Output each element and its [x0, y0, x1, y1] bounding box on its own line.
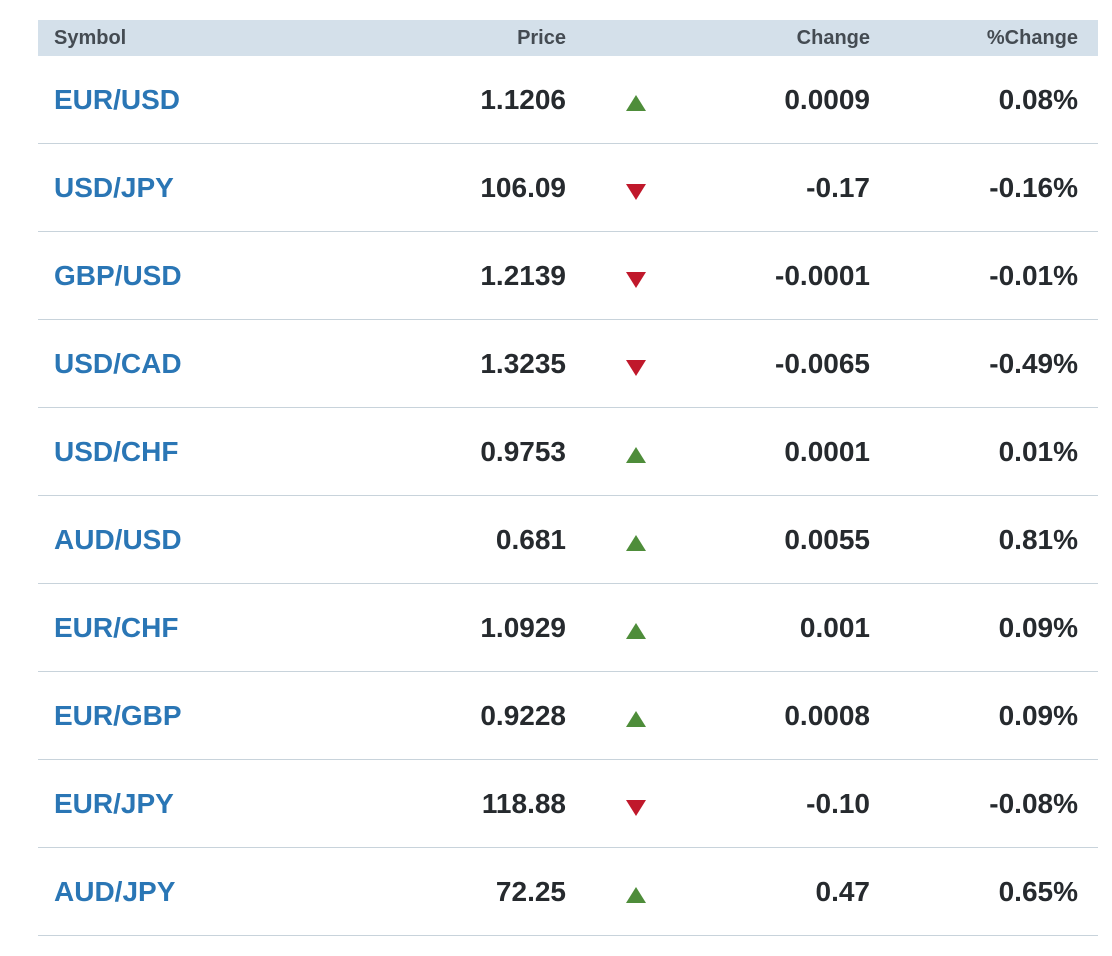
table-row: GBP/USD 1.2139 -0.0001 -0.01% — [38, 232, 1098, 320]
table-row: EUR/USD 1.1206 0.0009 0.08% — [38, 56, 1098, 144]
table-row: USD/CHF 0.9753 0.0001 0.01% — [38, 408, 1098, 496]
down-arrow-icon — [626, 360, 646, 376]
header-symbol[interactable]: Symbol — [54, 20, 126, 56]
down-arrow-icon — [626, 800, 646, 816]
symbol-link[interactable]: AUD/JPY — [54, 848, 175, 936]
symbol-link[interactable]: EUR/CHF — [54, 584, 178, 672]
price-value: 72.25 — [495, 876, 566, 907]
pct-change-value: -0.16% — [989, 172, 1078, 203]
change-value: -0.0001 — [775, 260, 870, 291]
price-value: 1.1206 — [480, 84, 566, 115]
symbol-link[interactable]: USD/JPY — [54, 144, 174, 232]
header-change[interactable]: Change — [797, 20, 870, 56]
pct-change-value: 0.01% — [998, 436, 1078, 467]
pct-change-value: 0.08% — [998, 84, 1078, 115]
change-value: -0.10 — [806, 788, 870, 819]
up-arrow-icon — [626, 887, 646, 903]
up-arrow-icon — [626, 711, 646, 727]
change-value: -0.0065 — [775, 348, 870, 379]
change-value: 0.0055 — [784, 524, 870, 555]
price-value: 106.09 — [480, 172, 566, 203]
change-value: 0.47 — [815, 876, 871, 907]
header-price[interactable]: Price — [517, 20, 566, 56]
table-header: Symbol Price Change %Change — [38, 20, 1098, 56]
currency-quote-table: Symbol Price Change %Change EUR/USD 1.12… — [38, 20, 1098, 936]
change-value: -0.17 — [806, 172, 870, 203]
price-value: 1.2139 — [480, 260, 566, 291]
header-pct-change[interactable]: %Change — [987, 20, 1078, 56]
pct-change-value: 0.09% — [998, 700, 1078, 731]
symbol-link[interactable]: EUR/GBP — [54, 672, 182, 760]
pct-change-value: -0.01% — [989, 260, 1078, 291]
pct-change-value: 0.81% — [998, 524, 1078, 555]
table-row: EUR/JPY 118.88 -0.10 -0.08% — [38, 760, 1098, 848]
up-arrow-icon — [626, 95, 646, 111]
down-arrow-icon — [626, 272, 646, 288]
up-arrow-icon — [626, 535, 646, 551]
table-row: AUD/JPY 72.25 0.47 0.65% — [38, 848, 1098, 936]
pct-change-value: -0.49% — [989, 348, 1078, 379]
change-value: 0.001 — [799, 612, 870, 643]
symbol-link[interactable]: EUR/JPY — [54, 760, 174, 848]
pct-change-value: -0.08% — [989, 788, 1078, 819]
symbol-link[interactable]: GBP/USD — [54, 232, 182, 320]
table-row: EUR/GBP 0.9228 0.0008 0.09% — [38, 672, 1098, 760]
price-value: 0.9753 — [480, 436, 566, 467]
price-value: 0.9228 — [480, 700, 566, 731]
table-row: AUD/USD 0.681 0.0055 0.81% — [38, 496, 1098, 584]
symbol-link[interactable]: EUR/USD — [54, 56, 180, 144]
down-arrow-icon — [626, 184, 646, 200]
pct-change-value: 0.09% — [998, 612, 1078, 643]
change-value: 0.0001 — [784, 436, 870, 467]
up-arrow-icon — [626, 623, 646, 639]
table-row: USD/JPY 106.09 -0.17 -0.16% — [38, 144, 1098, 232]
symbol-link[interactable]: AUD/USD — [54, 496, 182, 584]
price-value: 1.3235 — [480, 348, 566, 379]
symbol-link[interactable]: USD/CAD — [54, 320, 182, 408]
price-value: 1.0929 — [480, 612, 566, 643]
table-row: EUR/CHF 1.0929 0.001 0.09% — [38, 584, 1098, 672]
up-arrow-icon — [626, 447, 646, 463]
symbol-link[interactable]: USD/CHF — [54, 408, 178, 496]
change-value: 0.0009 — [784, 84, 870, 115]
price-value: 118.88 — [481, 788, 566, 819]
price-value: 0.681 — [495, 524, 566, 555]
table-row: USD/CAD 1.3235 -0.0065 -0.49% — [38, 320, 1098, 408]
change-value: 0.0008 — [784, 700, 870, 731]
table-body: EUR/USD 1.1206 0.0009 0.08% USD/JPY 106.… — [38, 56, 1098, 936]
pct-change-value: 0.65% — [998, 876, 1078, 907]
